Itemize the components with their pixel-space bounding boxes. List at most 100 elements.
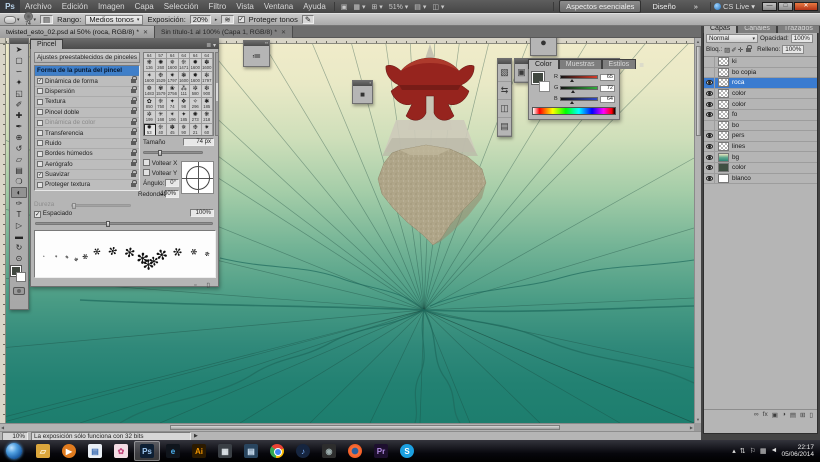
brush-tip-21[interactable]: ❉21 [190, 124, 202, 136]
menu-filtro[interactable]: Filtro [203, 2, 231, 11]
menu-archivo[interactable]: Archivo [20, 2, 57, 11]
close-tab-icon[interactable]: ✕ [143, 29, 148, 36]
brush-size-picker[interactable]: 74 ▾ [24, 12, 37, 27]
background-color-swatch[interactable] [16, 272, 26, 282]
mini-panel-adjustments[interactable]: ▪▪≔ [243, 40, 270, 67]
rotate-view-tool[interactable]: ↻ [11, 242, 27, 253]
eyedropper-tool[interactable]: ✐ [11, 99, 27, 110]
rango-dropdown[interactable]: Medios tonos▾ [85, 15, 143, 25]
tab-estilos[interactable]: Estilos [602, 59, 637, 69]
brush-tip-111[interactable]: ⁂111 [179, 85, 191, 98]
layer-row-roca[interactable]: roca [704, 78, 817, 89]
brush-tip-199[interactable]: ✲199 [144, 111, 156, 124]
color-slider-r[interactable]: R65 [554, 73, 615, 81]
brush-tip-2756[interactable]: ❀2756 [167, 85, 179, 98]
airbrush-toggle-icon[interactable]: ≋ [221, 15, 233, 24]
menu-ventana[interactable]: Ventana [259, 2, 298, 11]
visibility-toggle[interactable] [704, 174, 715, 184]
layer-row-color[interactable]: color [704, 89, 817, 100]
redondez-value[interactable]: 100% [165, 190, 179, 198]
lock-icon[interactable] [131, 100, 136, 104]
restore-button[interactable]: □ [778, 2, 793, 11]
visibility-toggle[interactable] [704, 57, 715, 67]
brush-grid-scrollbar[interactable] [215, 52, 219, 136]
collapsed-panel-icon-5[interactable]: ▣ [515, 64, 528, 82]
brush-tip-850[interactable]: ✿850 [144, 98, 156, 111]
zoom-presets-icon[interactable]: ⊞ ▾ [368, 4, 385, 11]
background-color-swatch[interactable] [539, 81, 550, 92]
visibility-toggle[interactable] [704, 121, 715, 131]
brush-category-aerografo[interactable]: Aerógrafo [35, 160, 139, 170]
photo-viewer-icon[interactable]: ▤ [82, 441, 108, 461]
layer-row-bg[interactable]: bg [704, 152, 817, 163]
brush-tip-168[interactable]: ✳168 [156, 111, 168, 124]
exposicion-slider-arrow[interactable]: ▸ [215, 17, 218, 23]
brush-tip-98[interactable]: ❖98 [179, 98, 191, 111]
visibility-toggle[interactable] [704, 131, 715, 141]
brush-category-textura[interactable]: Textura [35, 97, 139, 107]
photoshop-icon[interactable]: Ps [134, 441, 160, 461]
workspace-diseno-button[interactable]: Diseño [645, 0, 682, 13]
brush-tip-1600[interactable]: ✹1600 [190, 59, 202, 72]
visibility-toggle[interactable] [704, 163, 715, 173]
lock-icon[interactable] [131, 79, 136, 83]
brush-tip-74[interactable]: ✦74 [167, 98, 179, 111]
history-brush-tool[interactable]: ↺ [11, 143, 27, 154]
brush-presets-button[interactable]: Ajustes preestablecidos de pinceles [34, 52, 140, 63]
panel-menu-icon[interactable]: ≣ [636, 62, 647, 69]
explorer-icon[interactable]: ▱ [30, 441, 56, 461]
brush-panel-footer-icons[interactable]: ▫ ▯ [194, 281, 214, 289]
brush-category-pincel-doble[interactable]: Pincel doble [35, 108, 139, 118]
eraser-tool[interactable]: ▱ [11, 154, 27, 165]
lock-icon[interactable] [131, 183, 136, 187]
collapsed-panel-icon-2[interactable]: ⇆ [498, 82, 511, 100]
brush-tip-185[interactable]: ✦185 [179, 111, 191, 124]
lock-icon[interactable] [131, 131, 136, 135]
tab-color[interactable]: Color [528, 59, 559, 69]
view-extras-icon[interactable]: ▦ ▾ [350, 4, 368, 11]
exposicion-field[interactable]: 20% [190, 15, 211, 24]
itunes-icon[interactable]: ♪ [290, 441, 316, 461]
brush-tip-1600[interactable]: ✸1600 [190, 72, 202, 85]
brush-category-bordes-humedos[interactable]: Bordes húmedos [35, 149, 139, 159]
workspace-aspectos-esenciales-button[interactable]: Aspectos esenciales [559, 0, 641, 13]
angle-roundness-control[interactable] [181, 161, 214, 194]
skype-icon[interactable]: S [394, 441, 420, 461]
zoom-tool[interactable]: ⊙ [11, 253, 27, 264]
dodge-tool-preset[interactable]: ▾ [4, 16, 20, 24]
internet-explorer-icon[interactable]: e [160, 441, 186, 461]
brush-tip-196[interactable]: ✴196 [167, 111, 179, 124]
rectangle-tool[interactable]: ▬ [11, 231, 27, 242]
scroll-thumb[interactable] [170, 425, 560, 430]
brush-tip-900[interactable]: ❇900 [202, 85, 214, 98]
chrome-icon[interactable] [264, 441, 290, 461]
layer-row-bo[interactable]: bo [704, 121, 817, 132]
toggle-brush-panel-button[interactable]: ▤ [40, 15, 53, 24]
path-selection-tool[interactable]: ▷ [11, 220, 27, 231]
brush-tip-60[interactable]: ✷60 [202, 124, 214, 136]
minimize-button[interactable]: — [762, 2, 777, 11]
tray-up-arrow-icon[interactable]: ▴ [732, 447, 736, 455]
brush-category-dinamica-de-color[interactable]: Dinámica de color [35, 118, 139, 128]
brush-category-forma-de-la-punta-del-pincel[interactable]: Forma de la punta del pincel [35, 66, 139, 76]
dodge-tool[interactable]: ◐ [11, 187, 27, 198]
menu-capa[interactable]: Capa [130, 2, 159, 11]
adjustment-layer-icon[interactable]: ◑ [782, 411, 786, 418]
color-spectrum-ramp[interactable] [532, 107, 616, 115]
brush-tip-218[interactable]: ❋218 [202, 111, 214, 124]
visibility-toggle[interactable] [704, 110, 715, 120]
color-slider-g[interactable]: G72 [554, 84, 615, 92]
vertical-scrollbar[interactable]: ▲▼ [694, 38, 701, 423]
brush-tip-1600[interactable]: ✽1600 [202, 59, 214, 72]
tab-pincel[interactable]: Pincel [30, 39, 63, 49]
brush-category-ruido[interactable]: Ruido [35, 139, 139, 149]
brush-tip-40[interactable]: ❊40 [156, 124, 168, 136]
color-slider-b[interactable]: B64 [554, 95, 615, 103]
movie-maker-icon[interactable]: ▤ [238, 441, 264, 461]
close-tab-icon[interactable]: ✕ [281, 29, 286, 36]
layer-mask-icon[interactable]: ▣ [772, 411, 778, 419]
brush-category-dinamica-de-forma[interactable]: ✓Dinámica de forma [35, 76, 139, 86]
blur-tool[interactable]: ❍ [11, 176, 27, 187]
brush-tip-136[interactable]: ❋136 [144, 59, 156, 72]
clone-stamp-tool[interactable]: ⊕ [11, 132, 27, 143]
